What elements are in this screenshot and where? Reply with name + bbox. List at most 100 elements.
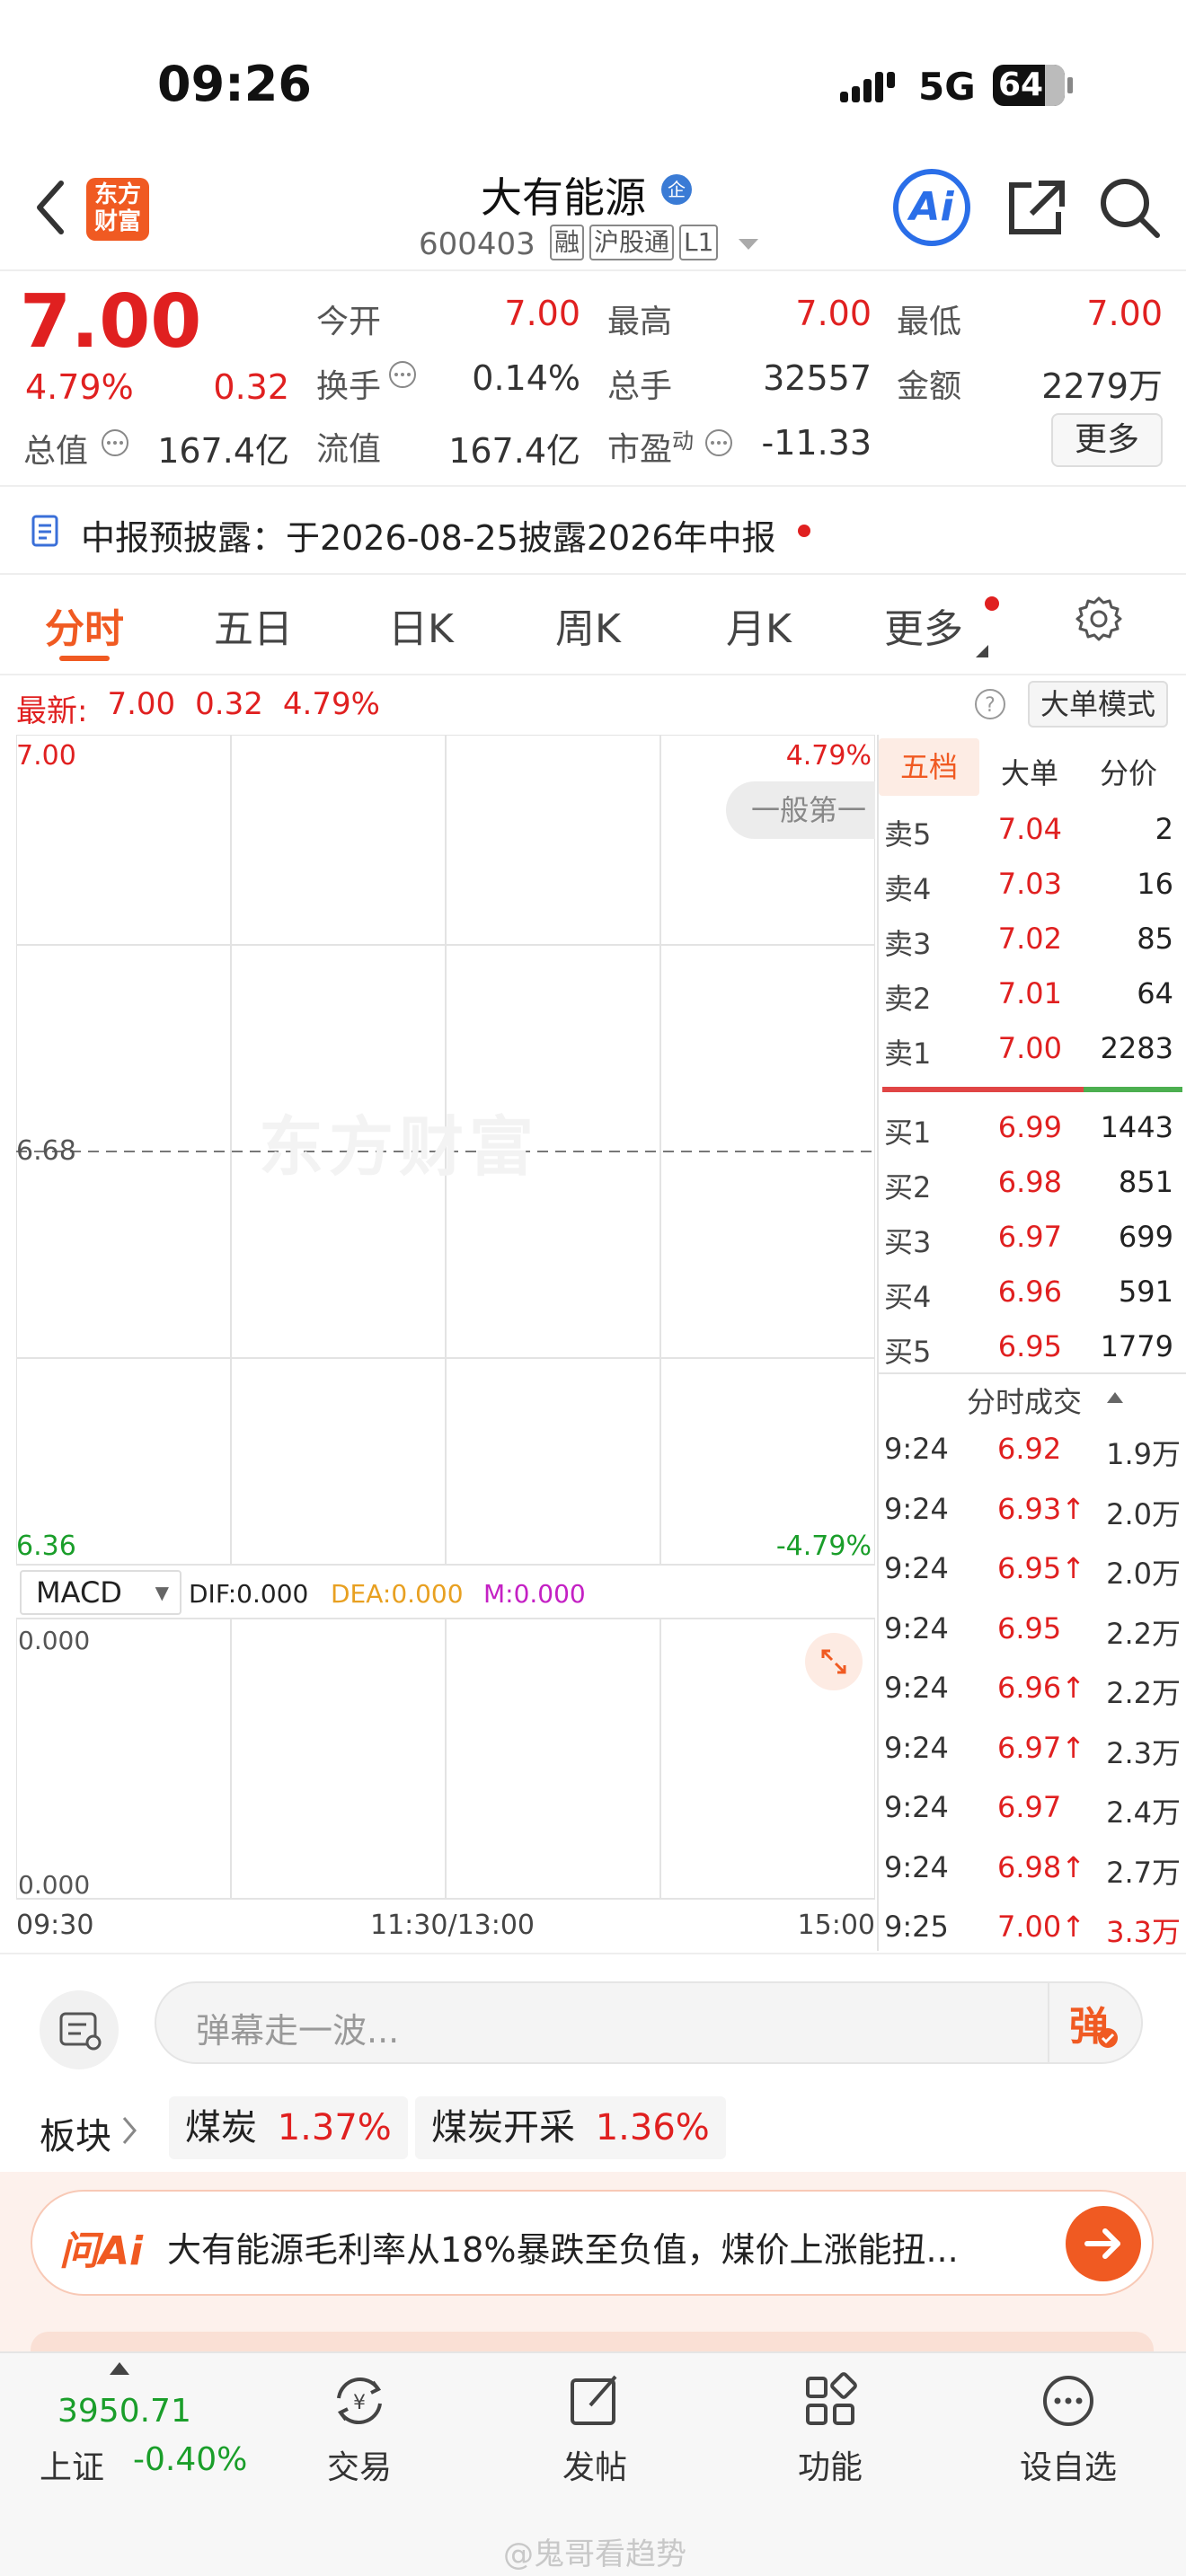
help-icon[interactable]: ? (974, 688, 1006, 720)
nav-functions-label: 功能 (797, 2449, 863, 2486)
level-price: 6.99 (997, 1110, 1062, 1144)
tab-intraday[interactable]: 分时 (45, 596, 124, 654)
more-dot (985, 596, 999, 611)
chevron-down-icon: ▼ (155, 1582, 169, 1603)
pe-label-text: 市盈 (607, 431, 673, 468)
info-icon[interactable] (101, 428, 129, 457)
index-ticker[interactable]: 3950.71 上证 -0.40% (27, 2362, 261, 2506)
pct-min-label: -4.79% (775, 1531, 872, 1562)
chevron-down-icon[interactable] (739, 239, 758, 251)
level-label: 卖3 (884, 927, 932, 961)
ai-brand: 问Ai (59, 2228, 144, 2274)
chevron-right-icon[interactable] (120, 2114, 138, 2147)
index-pct: -0.40% (133, 2441, 248, 2478)
buy-level-row: 买4 6.96 591 (879, 1275, 1186, 1319)
nav-add-watchlist[interactable]: 设自选 (1001, 2371, 1136, 2488)
nav-functions[interactable]: 功能 (776, 2371, 884, 2488)
turnover-value: 0.14% (472, 358, 580, 398)
level-price: 7.02 (997, 922, 1062, 956)
grid-icon (806, 2372, 857, 2425)
back-icon[interactable] (32, 178, 68, 237)
tick-row: 9:24 6.95 2.2万 (879, 1611, 1186, 1656)
share-icon[interactable] (1005, 178, 1067, 237)
float-label: 流值 (316, 431, 382, 468)
y-min-label: 6.36 (16, 1531, 76, 1562)
expand-icon[interactable] (805, 1633, 863, 1690)
sector-name: 煤炭 (185, 2107, 257, 2148)
big-order-mode-button[interactable]: 大单模式 (1028, 681, 1168, 728)
buy-level-row: 买1 6.99 1443 (879, 1110, 1186, 1155)
turnover-label: 换手 (316, 368, 382, 405)
level-qty: 85 (1137, 922, 1173, 956)
level-qty: 1443 (1100, 1110, 1173, 1144)
nav-post[interactable]: 发帖 (541, 2371, 649, 2488)
overlay-tag[interactable]: 一般第一 (726, 781, 875, 839)
quote-panel: 7.00 4.79% 0.32 总值 167.4亿 今开 7.00 换手 0.1… (0, 274, 1186, 485)
sell-level-row: 卖1 7.00 2283 (879, 1031, 1186, 1076)
search-icon[interactable] (1098, 176, 1161, 239)
tick-volume: 2.0万 (1106, 1496, 1181, 1531)
level-label: 买4 (884, 1280, 932, 1314)
battery-tip (1067, 77, 1073, 93)
notice-dot (798, 525, 810, 537)
level-price: 6.95 (997, 1329, 1062, 1363)
caret-up-icon[interactable] (1107, 1392, 1123, 1403)
tab-daily-k[interactable]: 日K (388, 596, 454, 654)
arrow-right-icon[interactable] (1066, 2206, 1141, 2281)
ai-button[interactable]: Ai (893, 169, 970, 246)
macd-m: M:0.000 (483, 1579, 586, 1609)
open-value: 7.00 (504, 294, 580, 333)
level-label: 卖2 (884, 982, 932, 1016)
last-price: 7.00 (20, 279, 202, 365)
tick-row: 9:25 7.00↑ 3.3万 (879, 1910, 1186, 1954)
y-mid-label: 6.68 (16, 1135, 76, 1167)
nav-trade[interactable]: ¥ 交易 (305, 2371, 413, 2488)
tick-row: 9:24 6.97 2.4万 (879, 1790, 1186, 1835)
tab-monthly-k[interactable]: 月K (726, 596, 792, 654)
divider (0, 269, 1186, 271)
tab-indicator (59, 656, 110, 661)
pe-label-sup: 动 (672, 428, 695, 454)
tab-five-day[interactable]: 五日 (214, 596, 293, 654)
tick-time: 9:24 (884, 1610, 949, 1645)
low-label: 最低 (897, 304, 962, 340)
ai-ask-bar[interactable]: 问Ai 大有能源毛利率从18%暴跌至负值，煤价上涨能扭... (31, 2190, 1154, 2296)
app-logo[interactable]: 东方 财富 (86, 178, 149, 241)
tab-level5[interactable]: 五档 (879, 738, 979, 796)
tag-connect: 沪股通 (589, 225, 675, 260)
tick-time: 9:24 (884, 1730, 949, 1765)
notice-text: 中报预披露：于2026-08-25披露2026年中报 (81, 518, 776, 558)
tick-volume: 3.3万 (1106, 1915, 1181, 1949)
tick-price: 6.92 (997, 1432, 1062, 1466)
tab-big-order[interactable]: 大单 (1001, 751, 1058, 792)
tick-volume: 2.7万 (1106, 1855, 1181, 1890)
change-amount: 0.32 (213, 367, 289, 407)
tab-price-dist[interactable]: 分价 (1100, 751, 1157, 792)
sector-bar: 板块 煤炭 1.37% 煤炭开采 1.36% (0, 2093, 1186, 2170)
pct-max-label: 4.79% (785, 740, 872, 772)
intraday-chart[interactable]: 东方财富 7.00 4.79% 6.68 6.36 -4.79% 一般第一 MA… (16, 735, 875, 1951)
stock-header: 东方 财富 大有能源 企 600403 融 沪股通 L1 Ai (0, 153, 1186, 269)
info-icon[interactable] (388, 360, 417, 389)
nav-add-watchlist-label: 设自选 (1019, 2449, 1117, 2486)
notice-bar[interactable]: 中报预披露：于2026-08-25披露2026年中报 (0, 487, 1186, 573)
sector-chip[interactable]: 煤炭开采 1.36% (415, 2096, 726, 2159)
battery-icon: 64 (993, 65, 1065, 106)
level-price: 6.98 (997, 1165, 1062, 1199)
tick-volume: 2.2万 (1106, 1616, 1181, 1651)
tick-price: 6.93↑ (997, 1491, 1086, 1526)
info-icon[interactable] (704, 428, 733, 457)
high-label: 最高 (607, 304, 673, 340)
gear-icon[interactable] (1075, 595, 1123, 643)
tab-more[interactable]: 更多 (884, 596, 963, 654)
chart-tabs: 分时 五日 日K 周K 月K 更多 (0, 575, 1186, 674)
danmu-settings-icon[interactable] (40, 1990, 119, 2069)
tick-volume: 2.2万 (1106, 1676, 1181, 1710)
indicator-select[interactable]: MACD ▼ (20, 1570, 181, 1615)
battery-level: 64 (997, 66, 1044, 103)
danmu-input[interactable]: 弹幕走一波... (155, 1981, 1143, 2064)
level-label: 买5 (884, 1335, 932, 1369)
more-button[interactable]: 更多 (1051, 413, 1163, 467)
tab-weekly-k[interactable]: 周K (555, 596, 621, 654)
sector-chip[interactable]: 煤炭 1.37% (169, 2096, 408, 2159)
